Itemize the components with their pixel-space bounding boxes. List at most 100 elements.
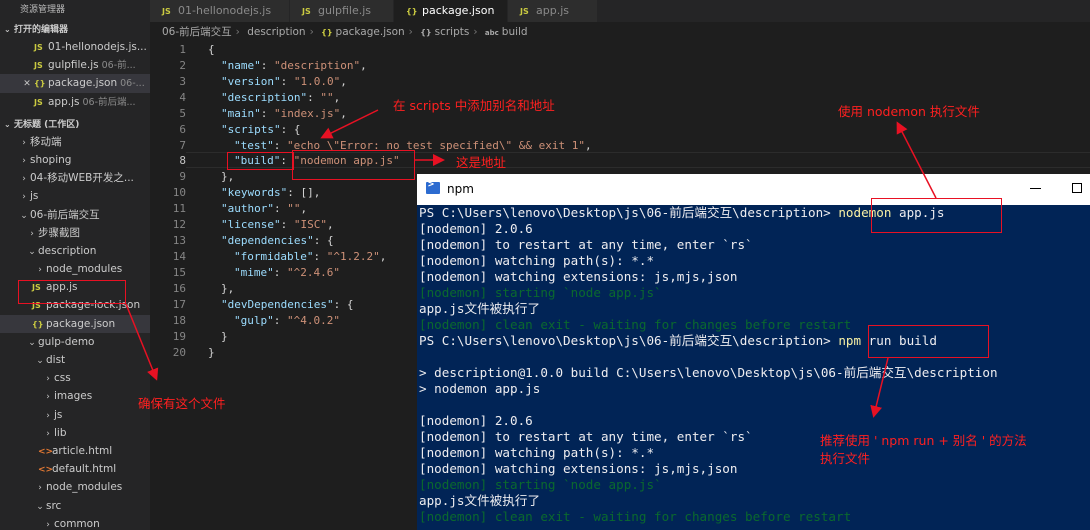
html-file-icon: <> bbox=[38, 465, 54, 476]
js-file-icon: JS bbox=[162, 7, 171, 16]
tab-app-js[interactable]: JS app.js bbox=[508, 0, 598, 22]
terminal-line: > description@1.0.0 build C:\Users\lenov… bbox=[419, 365, 998, 380]
terminal-line: [nodemon] to restart at any time, enter … bbox=[419, 429, 753, 444]
chevron-right-icon: › bbox=[235, 26, 240, 38]
js-file-icon: JS bbox=[34, 61, 43, 71]
html-file-icon: <> bbox=[38, 446, 54, 457]
code-line: 2 "name": "description", bbox=[179, 59, 367, 72]
chevron-right-icon: › bbox=[38, 265, 42, 276]
powershell-icon bbox=[426, 179, 440, 194]
chevron-down-icon: ⌄ bbox=[4, 25, 11, 34]
tree-folder[interactable]: › images bbox=[0, 387, 150, 405]
explorer-title: 资源管理器 bbox=[20, 5, 66, 15]
breadcrumb: 06-前后端交互 › description › {} package.json › {… bbox=[150, 22, 1090, 42]
annotation-recommend-note: 推荐使用 ' npm run + 别名 ' 的方法 bbox=[820, 433, 1027, 448]
close-icon[interactable]: ✕ bbox=[20, 75, 34, 92]
chevron-right-icon: › bbox=[408, 26, 413, 38]
chevron-down-icon: ⌄ bbox=[36, 356, 44, 366]
terminal-line: app.js文件被执行了 bbox=[419, 301, 541, 316]
chevron-right-icon: › bbox=[473, 26, 478, 38]
tree-folder[interactable]: › js bbox=[0, 187, 150, 205]
breadcrumb-item[interactable]: build bbox=[502, 26, 528, 38]
tab-01-hellonodejs[interactable]: JS 01-hellonodejs.js bbox=[150, 0, 290, 22]
annotation-nodemon-note: 使用 nodemon 执行文件 bbox=[838, 104, 980, 119]
terminal-line: [nodemon] watching extensions: js,mjs,js… bbox=[419, 269, 738, 284]
chevron-down-icon: ⌄ bbox=[36, 501, 44, 512]
chevron-right-icon: › bbox=[22, 137, 26, 148]
chevron-right-icon: › bbox=[46, 410, 50, 421]
terminal-line: [nodemon] starting `node app.js` bbox=[419, 477, 662, 492]
breadcrumb-item[interactable]: package.json bbox=[336, 26, 405, 38]
breadcrumb-item[interactable]: scripts bbox=[435, 26, 470, 38]
chevron-right-icon: › bbox=[309, 26, 314, 38]
code-line: 3 "version": "1.0.0", bbox=[179, 75, 347, 88]
js-file-icon: JS bbox=[34, 43, 43, 52]
chevron-down-icon: ⌄ bbox=[4, 119, 11, 129]
terminal-line: [nodemon] watching path(s): *.* bbox=[419, 445, 655, 460]
js-file-icon: JS bbox=[302, 7, 311, 16]
tree-folder[interactable]: ⌄ dist bbox=[0, 351, 150, 369]
chevron-right-icon: › bbox=[22, 174, 26, 185]
tree-folder[interactable]: › lib bbox=[0, 424, 150, 442]
tree-folder[interactable]: ⌄ 06-前后端交互 bbox=[0, 206, 150, 224]
tree-file[interactable]: <>default.html bbox=[0, 460, 150, 478]
terminal-line: > nodemon app.js bbox=[419, 381, 541, 396]
open-editor-item[interactable]: JS app.js 06-前后端... bbox=[0, 93, 150, 111]
annotation-box-nodemon-cmd bbox=[871, 198, 1002, 233]
open-editor-item[interactable]: ✕{} package.json 06-... bbox=[0, 74, 150, 93]
breadcrumb-item[interactable]: 06-前后端交互 bbox=[162, 26, 232, 38]
chevron-down-icon: ⌄ bbox=[28, 246, 36, 257]
open-editors-header[interactable]: ⌄ 打开的编辑器 bbox=[0, 22, 150, 38]
tree-folder[interactable]: ⌄ description bbox=[0, 242, 150, 260]
tree-folder[interactable]: › css bbox=[0, 369, 150, 387]
terminal-line: [nodemon] watching path(s): *.* bbox=[419, 253, 655, 268]
object-icon: {} bbox=[420, 28, 432, 37]
terminal-line: app.js文件被执行了 bbox=[419, 493, 541, 508]
chevron-right-icon: › bbox=[46, 392, 50, 403]
tree-folder[interactable]: ⌄ src bbox=[0, 497, 150, 515]
terminal-title: npm bbox=[447, 182, 474, 196]
tree-folder[interactable]: ⌄ gulp-demo bbox=[0, 333, 150, 351]
maximize-icon[interactable] bbox=[1072, 183, 1082, 193]
chevron-down-icon: ⌄ bbox=[28, 337, 36, 348]
js-file-icon: JS bbox=[520, 7, 529, 16]
chevron-right-icon: › bbox=[46, 374, 50, 385]
tab-package-json[interactable]: {} package.json bbox=[394, 0, 508, 22]
json-file-icon: {} bbox=[34, 79, 46, 89]
annotation-box-app-js bbox=[18, 280, 126, 304]
tree-folder[interactable]: › node_modules bbox=[0, 478, 150, 496]
breadcrumb-item[interactable]: description bbox=[247, 26, 305, 38]
tree-folder[interactable]: › node_modules bbox=[0, 260, 150, 278]
terminal-line: [nodemon] 2.0.6 bbox=[419, 221, 533, 236]
minimize-icon[interactable] bbox=[1030, 188, 1041, 189]
chevron-right-icon: › bbox=[46, 519, 50, 530]
terminal-line: [nodemon] clean exit - waiting for chang… bbox=[419, 317, 852, 332]
chevron-down-icon: ⌄ bbox=[20, 210, 28, 221]
terminal-line: [nodemon] 2.0.6 bbox=[419, 413, 533, 428]
code-line: 1{ bbox=[179, 43, 215, 56]
tree-folder[interactable]: › common bbox=[0, 515, 150, 530]
json-file-icon: {} bbox=[406, 7, 418, 16]
annotation-recommend-note-2: 执行文件 bbox=[820, 451, 871, 466]
terminal-line: [nodemon] watching extensions: js,mjs,js… bbox=[419, 461, 738, 476]
annotation-box-build-key bbox=[227, 152, 294, 170]
tree-folder[interactable]: › shoping bbox=[0, 151, 150, 169]
js-file-icon: JS bbox=[34, 97, 43, 107]
tree-folder[interactable]: › 步骤截图 bbox=[0, 224, 150, 242]
open-editor-item[interactable]: JS 01-hellonodejs.js... bbox=[0, 38, 150, 56]
editor-tabbar: JS 01-hellonodejs.js JS gulpfile.js {} pack… bbox=[150, 0, 1090, 22]
tree-file[interactable]: <>article.html bbox=[0, 442, 150, 460]
chevron-right-icon: › bbox=[22, 155, 26, 166]
json-file-icon: {} bbox=[321, 28, 333, 37]
terminal-line: [nodemon] clean exit - waiting for chang… bbox=[419, 509, 852, 524]
workspace-header[interactable]: ⌄ 无标题 (工作区) bbox=[0, 117, 150, 133]
annotation-scripts-note: 在 scripts 中添加别名和地址 bbox=[393, 98, 555, 113]
annotation-box-npm-cmd bbox=[868, 325, 989, 358]
tree-folder[interactable]: › 移动端 bbox=[0, 133, 150, 151]
tree-folder[interactable]: › 04-移动WEB开发之... bbox=[0, 169, 150, 187]
terminal-line: [nodemon] starting `node app.js` bbox=[419, 285, 662, 300]
tree-folder[interactable]: › js bbox=[0, 406, 150, 424]
open-editor-item[interactable]: JS gulpfile.js 06-前... bbox=[0, 56, 150, 74]
tab-gulpfile[interactable]: JS gulpfile.js bbox=[290, 0, 394, 22]
tree-file[interactable]: {} package.json bbox=[0, 314, 150, 333]
